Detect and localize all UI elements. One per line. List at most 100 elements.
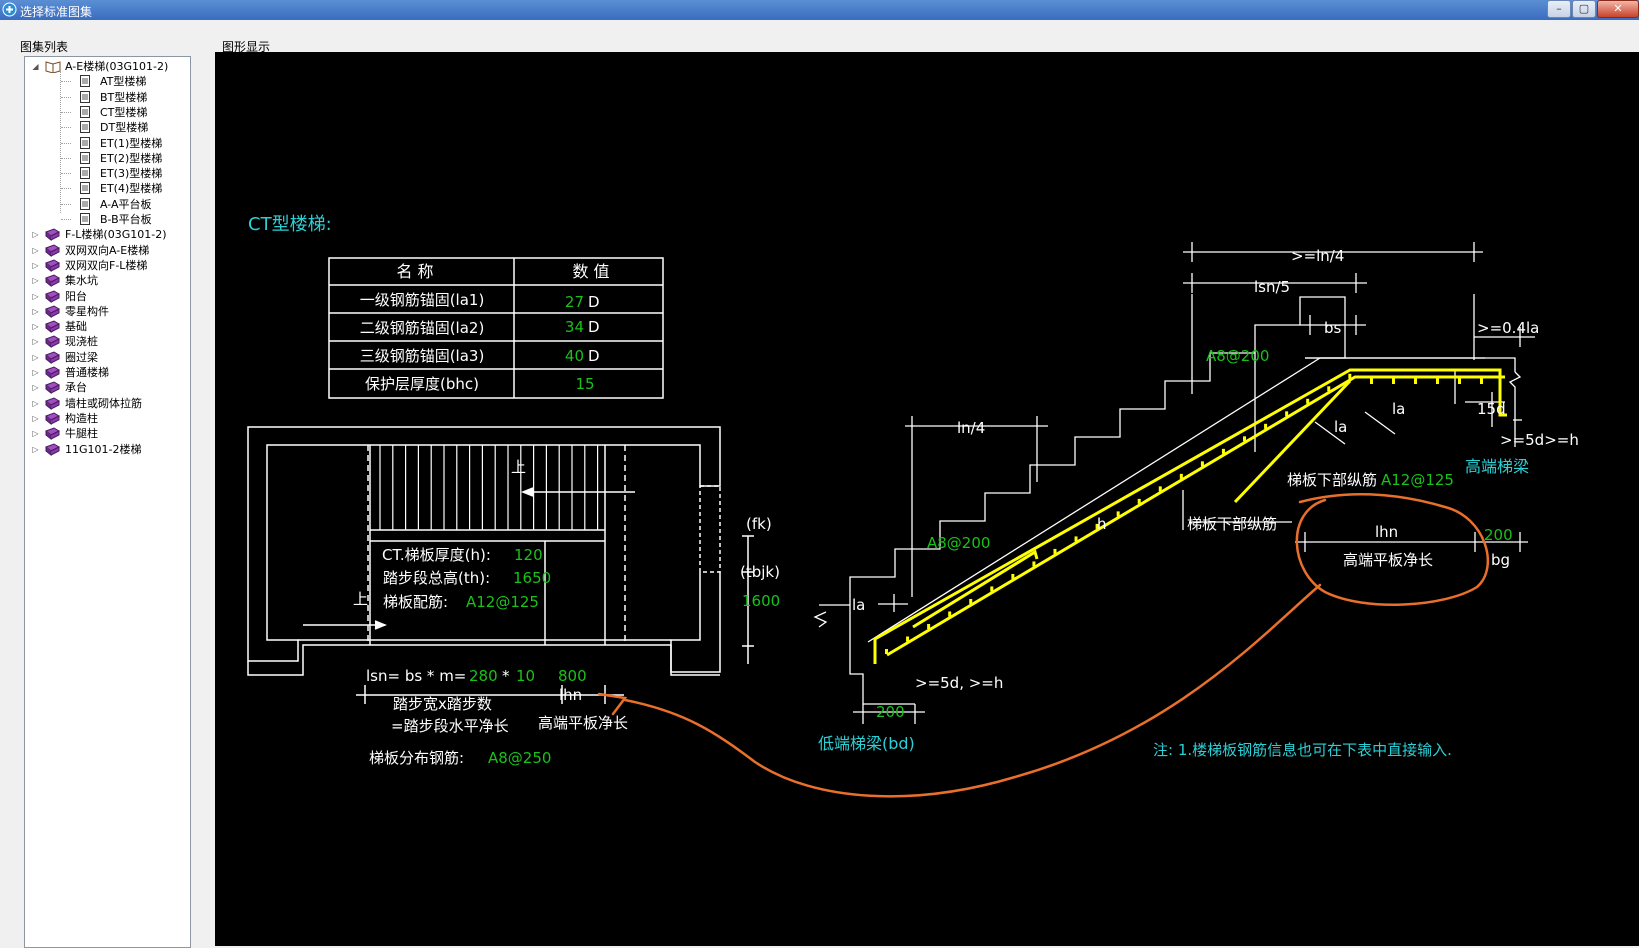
cad-drawing: CT型楼梯: 名 称 数 值 一级钢筋锚固(la1) 27 D 二级钢筋锚固(l…: [247, 214, 1579, 798]
plan-bs-value[interactable]: 280: [469, 667, 498, 685]
document-icon: [80, 90, 90, 107]
tree-item-label: 阳台: [65, 289, 87, 303]
tree-item-label: 双网双向F-L楼梯: [65, 258, 148, 272]
section-lhn: lhn: [1375, 523, 1398, 541]
expand-arrow-icon[interactable]: ▷: [31, 334, 40, 349]
expand-arrow-icon[interactable]: ▷: [31, 289, 40, 304]
close-button[interactable]: ✕: [1597, 0, 1639, 18]
window-title: 选择标准图集: [20, 5, 93, 19]
plan-dist-rebar-value[interactable]: A8@250: [488, 749, 551, 767]
table-row-value[interactable]: 27: [565, 293, 584, 311]
expand-arrow-icon[interactable]: ▷: [31, 350, 40, 365]
open-book-icon: [45, 60, 61, 77]
plan-height-value[interactable]: 1650: [513, 569, 551, 587]
tree-connector: [61, 188, 71, 190]
section-la-1: la: [1334, 418, 1347, 436]
section-bg: bg: [1491, 551, 1510, 569]
tree-item-label: BT型楼梯: [100, 90, 148, 104]
document-icon: [80, 136, 90, 153]
section-a8-top[interactable]: A8@200: [1206, 347, 1269, 365]
table-row-name: 二级钢筋锚固(la2): [360, 319, 485, 337]
tree-item-label: A-A平台板: [100, 197, 152, 211]
section-lsn5: lsn/5: [1254, 278, 1290, 296]
tree-connector: [61, 219, 71, 220]
table-row-name: 三级钢筋锚固(la3): [360, 347, 485, 365]
tree-item-label: ET(4)型楼梯: [100, 182, 163, 196]
tree-item-label: DT型楼梯: [100, 121, 149, 135]
section-high-plate: 高端平板净长: [1343, 551, 1433, 569]
section-bs: bs: [1324, 319, 1342, 337]
expand-arrow-icon[interactable]: ▷: [31, 426, 40, 441]
section-bottom-bar-label: 梯板下部纵筋: [1287, 471, 1377, 489]
table-header-name: 名 称: [396, 262, 433, 281]
plan-lsn-formula: lsn= bs * m=: [366, 667, 466, 685]
plan-tbjk-value[interactable]: 1600: [742, 592, 780, 610]
plan-m-value[interactable]: 10: [516, 667, 535, 685]
plan-lhn-label: lhn: [559, 686, 582, 704]
plan-lhn-value[interactable]: 800: [558, 667, 587, 685]
collapse-arrow-icon[interactable]: ◢: [31, 59, 40, 74]
expand-arrow-icon[interactable]: ▷: [31, 319, 40, 334]
tree-connector: [61, 127, 71, 129]
section-la-left: la: [852, 596, 865, 614]
section-ln4: ln/4: [957, 419, 985, 437]
table-row-value[interactable]: 40: [565, 347, 584, 365]
tree-item-label: 零星构件: [65, 304, 109, 318]
expand-arrow-icon[interactable]: ▷: [31, 273, 40, 288]
plan-dist-rebar-label: 梯板分布钢筋:: [369, 749, 464, 767]
expand-arrow-icon[interactable]: ▷: [31, 243, 40, 258]
plan-thickness-value[interactable]: 120: [514, 546, 543, 564]
expand-arrow-icon[interactable]: ▷: [31, 365, 40, 380]
minimize-button[interactable]: –: [1547, 0, 1571, 18]
section-note: 注: 1.楼梯板钢筋信息也可在下表中直接输入.: [1153, 741, 1452, 759]
section-bottom-bar-value[interactable]: A12@125: [1381, 471, 1454, 489]
document-icon: [80, 182, 90, 198]
plan-tbjk-label: (tbjk): [740, 563, 780, 581]
expand-arrow-icon[interactable]: ▷: [31, 442, 40, 457]
expand-arrow-icon[interactable]: ▷: [31, 411, 40, 426]
section-ge5d-h2: >=5d, >=h: [915, 674, 1003, 692]
tree-connector: [61, 173, 71, 175]
stair-plan: [247, 426, 754, 704]
section-lhn-value[interactable]: 200: [1484, 526, 1513, 544]
table-row-unit: D: [588, 293, 600, 311]
maximize-button[interactable]: ▢: [1572, 0, 1596, 18]
table-row-value[interactable]: 34: [565, 318, 584, 336]
tree-item-label: 基础: [65, 320, 87, 334]
tree-item-label: 墙柱或砌体拉筋: [65, 396, 142, 410]
expand-arrow-icon[interactable]: ▷: [31, 227, 40, 242]
tree-item-label: 圈过梁: [65, 350, 98, 364]
document-icon: [80, 151, 90, 168]
tree-item-label: A-E楼梯(03G101-2): [65, 60, 169, 73]
expand-arrow-icon[interactable]: ▷: [31, 304, 40, 319]
tree-item-label: F-L楼梯(03G101-2): [65, 228, 167, 242]
document-icon: [80, 197, 90, 214]
plan-step-desc-2: =踏步段水平净长: [391, 717, 509, 735]
expand-arrow-icon[interactable]: ▷: [31, 396, 40, 411]
expand-arrow-icon[interactable]: ▷: [31, 258, 40, 273]
section-bottom-bar-2: 梯板下部纵筋: [1187, 515, 1277, 533]
table-row-unit: D: [588, 318, 600, 336]
section-h: h: [1097, 515, 1107, 533]
section-a8-left[interactable]: A8@200: [927, 534, 990, 552]
plan-thickness-label: CT.梯板厚度(h):: [382, 546, 491, 564]
atlas-tree[interactable]: ◢ A-E楼梯(03G101-2) AT型楼梯 BT型楼梯 CT型楼梯 DT型楼梯 ET(1…: [24, 56, 191, 948]
plan-up-label-2: 上: [353, 590, 368, 608]
section-beam-value[interactable]: 200: [876, 703, 905, 721]
table-header-value: 数 值: [572, 262, 609, 281]
section-high-beam: 高端梯梁: [1465, 457, 1529, 476]
tree-item-label: B-B平台板: [100, 213, 152, 226]
tree-connector: [61, 142, 71, 144]
section-la-2: la: [1392, 400, 1405, 418]
tree-item-label: 承台: [65, 381, 87, 395]
table-row-value[interactable]: 15: [575, 375, 594, 393]
section-15d: 15d: [1477, 400, 1506, 418]
plan-rebar-value[interactable]: A12@125: [466, 593, 539, 611]
tree-item-label: 构造柱: [65, 411, 98, 425]
expand-arrow-icon[interactable]: ▷: [31, 380, 40, 395]
document-icon: [80, 75, 90, 91]
tree-item-label: ET(2)型楼梯: [100, 151, 163, 165]
plan-times: *: [502, 667, 510, 685]
graphic-display[interactable]: CT型楼梯: 名 称 数 值 一级钢筋锚固(la1) 27 D 二级钢筋锚固(l…: [215, 52, 1639, 946]
tree-item-label: 牛腿柱: [65, 427, 98, 441]
